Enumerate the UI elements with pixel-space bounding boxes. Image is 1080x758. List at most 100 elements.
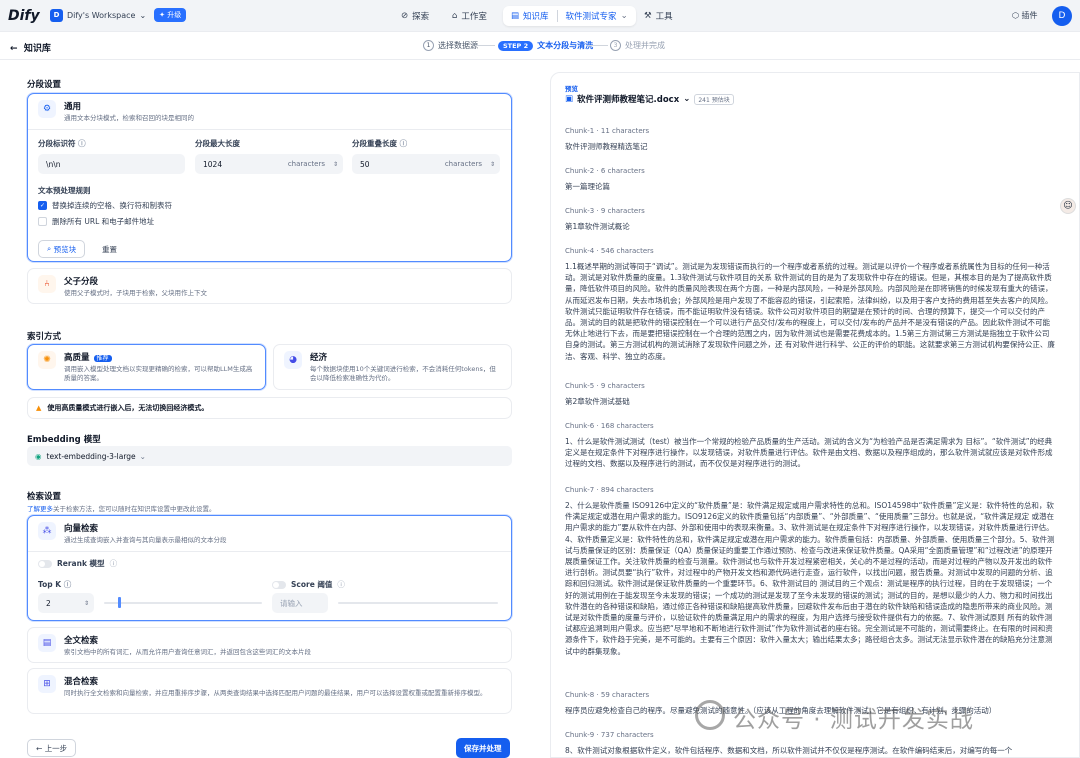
hybrid-icon: ⊞ <box>38 675 56 693</box>
overlap-input[interactable]: 50 characters ⇕ <box>352 154 500 175</box>
reset-button[interactable]: 重置 <box>94 240 125 258</box>
toggle-switch <box>272 580 286 589</box>
preview-label: 预览 <box>565 85 578 93</box>
toggle-switch <box>38 559 52 568</box>
workspace-switcher[interactable]: D Dify's Workspace ⌄ ✦ 升级 <box>50 8 187 22</box>
delimiter-input[interactable]: \n\n <box>38 154 185 175</box>
user-avatar[interactable]: D <box>1052 6 1072 26</box>
stepper-icon: ⇕ <box>332 160 338 168</box>
info-icon: ⓘ <box>109 559 118 569</box>
chunk-header: Chunk-3 · 9 characters <box>565 207 645 215</box>
step-2: STEP 2 文本分段与清洗 <box>498 40 593 51</box>
file-selector[interactable]: ▣ 软件评测师教程笔记.docx ⌄ 241 预估块 <box>565 93 734 105</box>
vector-icon: ⁂ <box>38 522 56 540</box>
score-input[interactable]: 请输入 <box>272 593 328 614</box>
general-mode-title: 通用 <box>64 102 82 112</box>
parent-child-mode-card[interactable]: ⑃ 父子分段 使用父子模式时，子块用于检索，父块用作上下文 <box>27 268 512 304</box>
chunk-header: Chunk-7 · 894 characters <box>565 486 654 494</box>
embedding-title: Embedding 模型 <box>27 435 101 445</box>
info-icon: ⓘ <box>63 580 72 590</box>
max-length-label: 分段最大长度 <box>195 139 240 149</box>
score-slider[interactable] <box>338 602 498 605</box>
info-icon: ⓘ <box>399 139 408 149</box>
chunk-text: 2、什么是软件质量 ISO9126中定义的“软件质量”是：软件满足规定或用户需求… <box>565 501 1055 656</box>
settings-icon: ⚙ <box>38 100 56 118</box>
rule-replace-spaces[interactable]: ✓ 替换掉连续的空格、换行符和制表符 <box>38 200 172 211</box>
embedding-model-select[interactable]: ◉ text-embedding-3-large ⌄ <box>27 446 512 466</box>
nav-divider <box>556 10 558 22</box>
vector-search-card[interactable]: ⁂ 向量检索 通过生成查询嵌入并查询与其向量表示最相似的文本分段 Rerank 模… <box>27 515 512 621</box>
chunk-text: 第2章软件测试基础 <box>565 397 630 406</box>
chunk-header: Chunk-2 · 6 characters <box>565 167 645 175</box>
chunk-header: Chunk-1 · 11 characters <box>565 127 650 135</box>
chunk-text: 8、软件测试对象根据软件定义，软件包括程序、数据和文档，所以软件测试并不仅仅是程… <box>565 746 1013 755</box>
slider-handle[interactable] <box>118 597 121 609</box>
checkbox-unchecked <box>38 217 47 227</box>
compass-icon: ⊘ <box>401 11 409 21</box>
openai-icon: ◉ <box>35 451 42 461</box>
chunk-count-badge: 241 预估块 <box>694 93 734 105</box>
back-to-knowledge[interactable]: ← 知识库 <box>10 41 51 54</box>
score-threshold-toggle[interactable]: Score 阈值 ⓘ <box>272 579 345 590</box>
retrieval-title: 检索设置 <box>27 492 62 502</box>
topk-slider[interactable] <box>104 602 262 605</box>
parent-child-icon: ⑃ <box>38 275 56 293</box>
chunk-text: 第1章软件测试概论 <box>565 222 630 231</box>
topk-label: Top K ⓘ <box>38 580 72 590</box>
book-icon: ▤ <box>511 11 520 21</box>
assistant-avatar[interactable]: ☺ <box>1060 198 1076 214</box>
hybrid-search-card[interactable]: ⊞ 混合检索 同时执行全文检索和向量检索，并应用重排序步骤，从两类查询结果中选择匹… <box>27 668 512 714</box>
fulltext-search-card[interactable]: ▤ 全文检索 索引文档中的所有词汇，从而允许用户查询任意词汇，并返回包含这些词汇的… <box>27 627 512 663</box>
delimiter-label: 分段标识符 ⓘ <box>38 139 86 149</box>
preprocess-rules-label: 文本预处理规则 <box>38 186 91 196</box>
arrow-left-icon: ← <box>10 44 18 54</box>
top-navbar: Dify D Dify's Workspace ⌄ ✦ 升级 ⊘ 探索 ⌂ 工作室 … <box>0 0 1080 32</box>
general-mode-desc: 通用文本分块模式，检索和召回的块是相同的 <box>64 114 194 122</box>
dataset-selector[interactable]: 软件测试专家 <box>566 10 617 22</box>
index-method-title: 索引方式 <box>27 332 62 342</box>
warning-icon: ▲ <box>36 404 42 412</box>
search-icon: ⌕ <box>47 244 52 254</box>
checkbox-checked: ✓ <box>38 201 47 211</box>
wechat-icon <box>695 700 725 730</box>
plugins-button[interactable]: ⬡ 插件 <box>1012 10 1038 21</box>
chevron-down-icon: ⌄ <box>139 451 146 461</box>
index-warning: ▲ 使用高质量模式进行嵌入后，无法切换回经济模式。 <box>27 397 512 419</box>
max-length-input[interactable]: 1024 characters ⇕ <box>195 154 343 175</box>
document-icon: ▤ <box>38 634 56 652</box>
chunk-header: Chunk-5 · 9 characters <box>565 382 645 390</box>
info-icon: ⓘ <box>78 139 86 149</box>
economy-card[interactable]: ◕ 经济 每个数据块使用10个关键词进行检索，不会消耗任何tokens，但会以降低… <box>273 344 512 390</box>
app-logo[interactable]: Dify <box>8 8 40 24</box>
topk-input[interactable]: 2 ⇕ <box>38 593 94 614</box>
nav-tools[interactable]: ⚒ 工具 <box>636 6 681 26</box>
workspace-name: Dify's Workspace <box>67 10 136 20</box>
info-icon: ⓘ <box>337 580 345 590</box>
chunk-text: 软件评测师教程精选笔记 <box>565 142 648 151</box>
segment-settings-title: 分段设置 <box>27 80 62 90</box>
step-header: ← 知识库 1 选择数据源 STEP 2 文本分段与清洗 3 处理并完成 <box>0 32 1080 60</box>
cube-icon: ⬡ <box>1012 11 1019 20</box>
chevron-down-icon: ⌄ <box>683 94 691 104</box>
high-quality-card[interactable]: ✺ 高质量 推荐 调用嵌入模型处理文档以实现更精确的检索，可以帮助LLM生成高质量的… <box>27 344 266 390</box>
learn-more-link[interactable]: 了解更多 <box>27 505 53 513</box>
chunk-text: 1、什么是软件测试测试（test）被当作一个常规的检验产品质量的生产活动。测试的… <box>565 437 1053 469</box>
rerank-toggle[interactable]: Rerank 模型 ⓘ <box>38 558 117 569</box>
step-1: 1 选择数据源 <box>423 40 478 51</box>
preview-panel: 预览 ▣ 软件评测师教程笔记.docx ⌄ 241 预估块 Chunk-1 · 11… <box>550 72 1080 758</box>
preview-chunks-button[interactable]: ⌕ 预览块 <box>38 240 86 259</box>
upgrade-button[interactable]: ✦ 升级 <box>154 8 187 22</box>
stepper-icon: ⇕ <box>83 599 89 607</box>
chevron-down-icon: ⌄ <box>620 11 628 21</box>
chunk-header: Chunk-6 · 168 characters <box>565 422 654 430</box>
chevron-down-icon: ⌄ <box>139 10 147 20</box>
save-process-button[interactable]: 保存并处理 <box>456 738 510 758</box>
general-mode-card[interactable]: ⚙ 通用通用文本分块模式，检索和召回的块是相同的 分段标识符 ⓘ \n\n 分段… <box>27 93 512 262</box>
prev-step-button[interactable]: ← 上一步 <box>27 739 77 757</box>
nav-studio[interactable]: ⌂ 工作室 <box>444 6 495 26</box>
rule-remove-urls[interactable]: 删除所有 URL 和电子邮件地址 <box>38 216 154 227</box>
nav-explore[interactable]: ⊘ 探索 <box>393 6 437 26</box>
nav-knowledge[interactable]: ▤ 知识库 软件测试专家 ⌄ <box>503 6 636 26</box>
overlap-label: 分段重叠长度 ⓘ <box>352 139 408 149</box>
tools-icon: ⚒ <box>644 11 652 21</box>
